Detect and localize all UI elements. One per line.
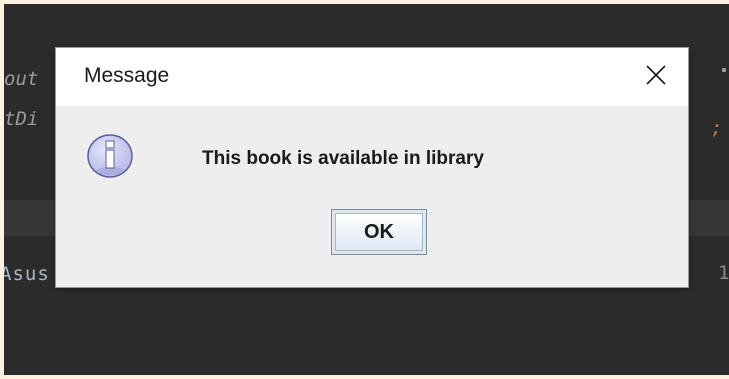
code-line-asus: Asus xyxy=(4,263,50,285)
code-line-tdi: tDi xyxy=(4,108,39,130)
dialog-message: This book is available in library xyxy=(202,148,484,169)
ok-button-label: OK xyxy=(335,213,423,251)
ok-button[interactable]: OK xyxy=(331,209,427,255)
code-digit: 1 xyxy=(718,262,729,284)
message-dialog: Message This book is available in librar… xyxy=(56,48,688,287)
dialog-title: Message xyxy=(84,64,170,87)
dialog-titlebar[interactable]: Message xyxy=(56,48,688,106)
code-line-out: out xyxy=(4,68,39,90)
code-mark xyxy=(722,68,726,72)
info-icon xyxy=(86,131,134,179)
code-semicolon: ; xyxy=(711,117,723,139)
close-icon[interactable] xyxy=(643,62,669,88)
